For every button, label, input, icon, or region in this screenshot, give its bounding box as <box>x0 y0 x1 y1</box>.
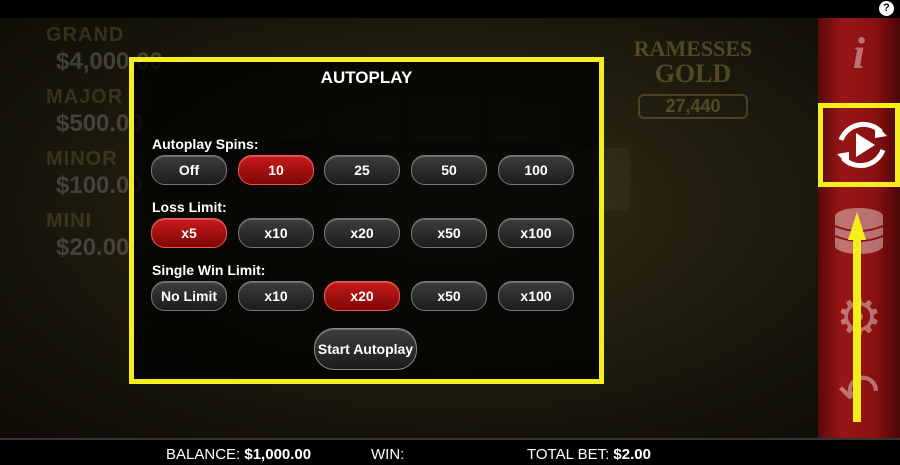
spins-option-10[interactable]: 10 <box>238 155 314 185</box>
loss-limit-label: Loss Limit: <box>152 199 227 215</box>
autoplay-icon-highlight <box>818 103 900 187</box>
loss-option-x50[interactable]: x50 <box>411 218 487 248</box>
win-option-x100[interactable]: x100 <box>498 281 574 311</box>
status-bar: BALANCE: $1,000.00 WIN: TOTAL BET: $2.00 <box>0 438 900 465</box>
help-icon[interactable]: ? <box>879 1 894 16</box>
loss-option-x5[interactable]: x5 <box>151 218 227 248</box>
win-display: WIN: <box>371 446 404 463</box>
win-option-x20[interactable]: x20 <box>324 281 400 311</box>
total-bet-display: TOTAL BET: $2.00 <box>527 446 651 463</box>
loss-option-x10[interactable]: x10 <box>238 218 314 248</box>
loss-option-x100[interactable]: x100 <box>498 218 574 248</box>
total-bet-value: $2.00 <box>613 446 651 463</box>
loss-option-x20[interactable]: x20 <box>324 218 400 248</box>
spins-option-50[interactable]: 50 <box>411 155 487 185</box>
total-bet-label: TOTAL BET: <box>527 446 610 463</box>
spins-option-25[interactable]: 25 <box>324 155 400 185</box>
autoplay-icon[interactable] <box>831 114 893 176</box>
balance-display: BALANCE: $1,000.00 <box>166 446 311 463</box>
info-icon[interactable]: i <box>818 28 900 79</box>
win-option-x50[interactable]: x50 <box>411 281 487 311</box>
single-win-limit-label: Single Win Limit: <box>152 262 266 278</box>
win-option-x10[interactable]: x10 <box>238 281 314 311</box>
pointer-arrow <box>848 212 866 422</box>
spins-option-100[interactable]: 100 <box>498 155 574 185</box>
balance-label: BALANCE: <box>166 446 241 463</box>
win-label: WIN: <box>371 446 405 463</box>
spins-option-off[interactable]: Off <box>151 155 227 185</box>
autoplay-spins-label: Autoplay Spins: <box>152 136 259 152</box>
autoplay-dialog: AUTOPLAY Autoplay Spins: Off 10 25 50 10… <box>129 57 604 384</box>
win-option-no-limit[interactable]: No Limit <box>151 281 227 311</box>
top-bar: ? <box>0 0 900 18</box>
start-autoplay-button[interactable]: Start Autoplay <box>314 328 417 370</box>
balance-value: $1,000.00 <box>244 446 312 463</box>
autoplay-title: AUTOPLAY <box>320 68 413 87</box>
